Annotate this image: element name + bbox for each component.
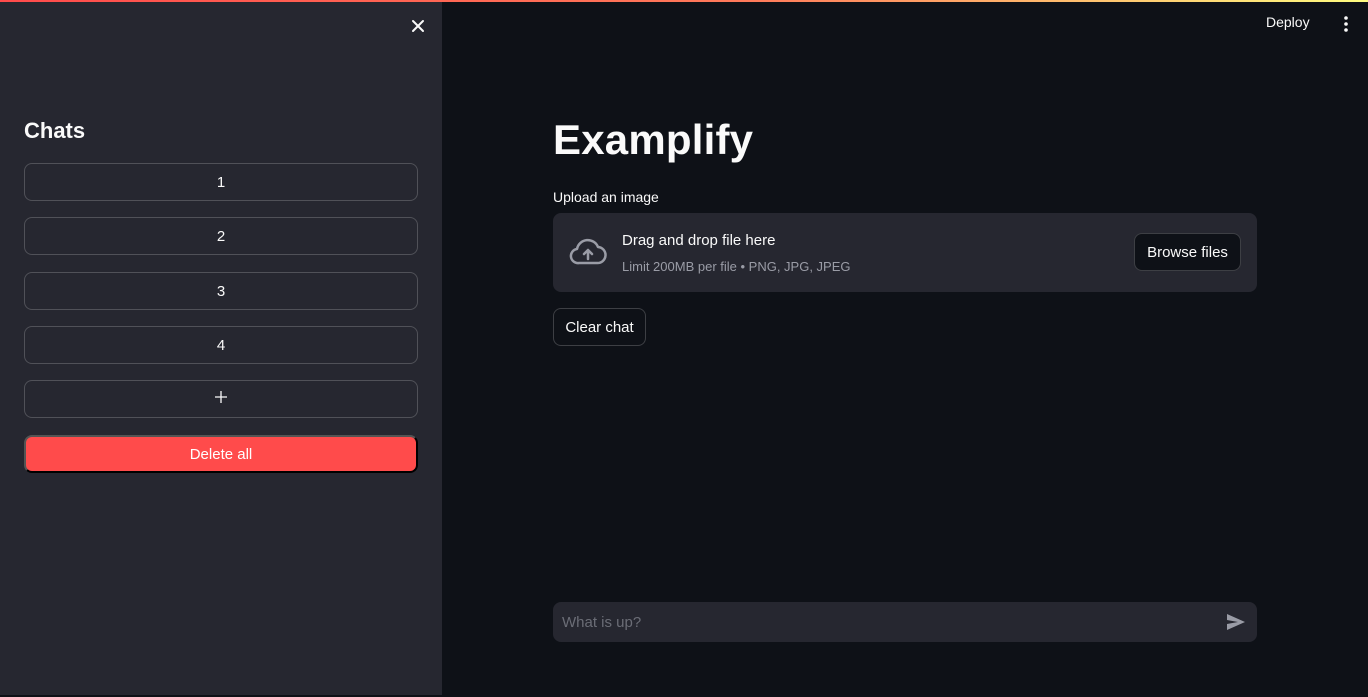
cloud-upload-icon [569,237,607,267]
close-icon[interactable] [408,16,428,36]
chat-button-1[interactable]: 1 [24,163,418,201]
send-icon[interactable] [1225,612,1247,632]
sidebar: Chats 1 2 3 4 Delete all [0,0,442,695]
chat-button-2[interactable]: 2 [24,217,418,255]
page-title: Examplify [553,116,754,163]
chat-input-container [553,602,1257,642]
chat-button-4[interactable]: 4 [24,326,418,364]
delete-all-button[interactable]: Delete all [24,435,418,473]
dropzone-limit-text: Limit 200MB per file • PNG, JPG, JPEG [622,259,851,274]
plus-icon [214,390,228,408]
add-chat-button[interactable] [24,380,418,418]
upload-label: Upload an image [553,189,659,205]
clear-chat-button[interactable]: Clear chat [553,308,646,346]
chat-input[interactable] [553,602,1213,642]
chat-button-3[interactable]: 3 [24,272,418,310]
sidebar-title: Chats [24,118,86,143]
kebab-menu-icon[interactable] [1336,14,1356,34]
dropzone-title: Drag and drop file here [622,232,776,249]
browse-files-button[interactable]: Browse files [1134,233,1241,271]
file-dropzone[interactable]: Drag and drop file here Limit 200MB per … [553,213,1257,292]
top-decoration-bar [0,0,1368,2]
deploy-button[interactable]: Deploy [1266,14,1310,34]
